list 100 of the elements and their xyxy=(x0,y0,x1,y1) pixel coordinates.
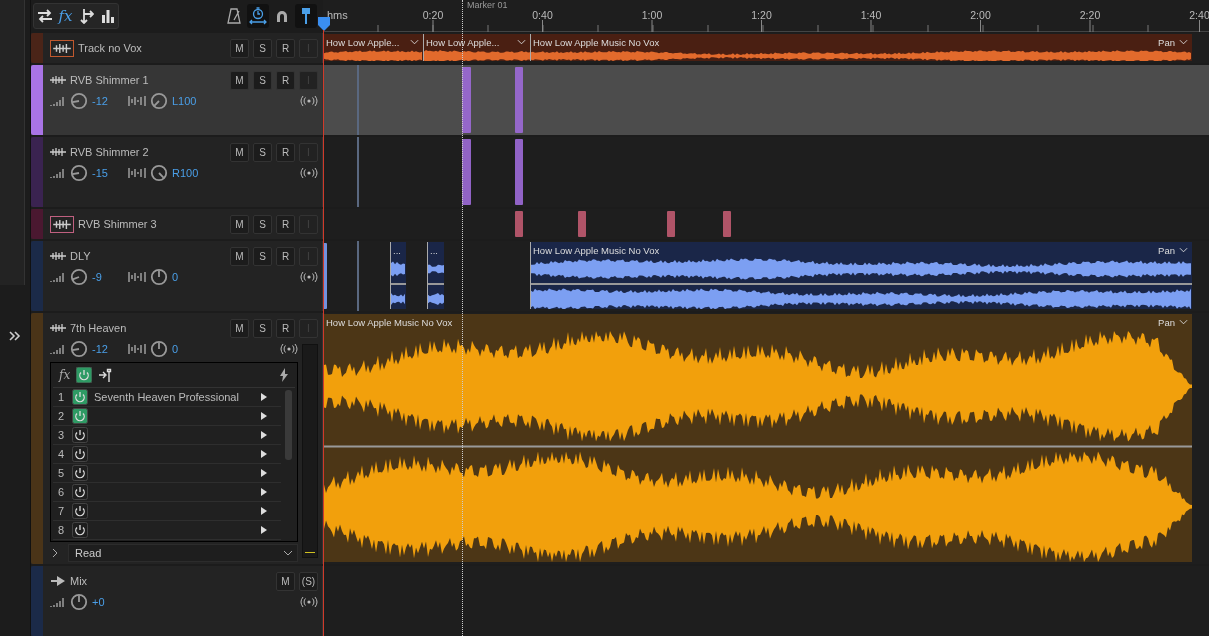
track-mute-button[interactable]: M xyxy=(230,70,249,90)
chevron-down-icon[interactable] xyxy=(517,39,526,45)
track-record-button[interactable]: R xyxy=(276,246,295,266)
play-triangle-icon[interactable] xyxy=(261,488,267,496)
pan-value[interactable]: R100 xyxy=(172,167,202,179)
pan-knob[interactable] xyxy=(150,92,168,110)
clip-block[interactable] xyxy=(667,211,675,237)
power-icon[interactable] xyxy=(72,484,88,500)
chevron-down-icon[interactable] xyxy=(410,39,419,45)
chevron-down-icon[interactable] xyxy=(1179,247,1188,253)
track-solo-button[interactable]: S xyxy=(253,70,272,90)
track-mute-button[interactable]: M xyxy=(230,38,249,58)
volume-value[interactable]: -15 xyxy=(92,167,122,179)
track-solo-button[interactable]: S xyxy=(253,246,272,266)
effect-slot[interactable]: 8 xyxy=(53,521,281,540)
power-icon[interactable] xyxy=(72,465,88,481)
timer-button[interactable] xyxy=(247,4,269,28)
track-mute-button[interactable]: M xyxy=(276,571,295,591)
audio-clip[interactable]: How Low Apple Music No Vox Pan xyxy=(530,34,1192,61)
clip-pan-menu[interactable]: Pan xyxy=(1158,36,1175,48)
volume-knob[interactable] xyxy=(70,268,88,286)
effect-slot[interactable]: 3 xyxy=(53,426,281,445)
monitor-input-icon[interactable] xyxy=(300,96,318,106)
clip-block[interactable] xyxy=(462,67,471,133)
pan-value[interactable]: L100 xyxy=(172,95,202,107)
marker-label[interactable]: Marker 01 xyxy=(467,0,508,10)
effect-slot[interactable]: 7 xyxy=(53,502,281,521)
volume-value[interactable]: -9 xyxy=(92,271,122,283)
audio-clip[interactable]: How Low Apple... xyxy=(323,34,423,61)
audio-clip[interactable]: How Low Apple Music No Vox Pan xyxy=(530,242,1192,309)
track-solo-button[interactable]: S xyxy=(253,38,272,58)
volume-value[interactable]: -12 xyxy=(92,343,122,355)
volume-value[interactable]: -12 xyxy=(92,95,122,107)
playhead-handle-icon[interactable] xyxy=(318,17,330,31)
clip-block[interactable] xyxy=(515,211,523,237)
monitor-input-icon[interactable] xyxy=(300,272,318,282)
track-record-button[interactable]: R xyxy=(276,70,295,90)
track-record-button[interactable]: R xyxy=(276,318,295,338)
clip-block[interactable] xyxy=(723,211,731,237)
clip-pan-menu[interactable]: Pan xyxy=(1158,244,1175,256)
power-icon[interactable] xyxy=(72,408,88,424)
effect-slot[interactable]: 4 xyxy=(53,445,281,464)
audio-clip[interactable]: ... xyxy=(427,242,444,309)
volume-value[interactable]: +0 xyxy=(92,596,122,608)
pan-knob[interactable] xyxy=(150,268,168,286)
track-solo-button[interactable]: S xyxy=(253,318,272,338)
automation-dropdown[interactable]: Read xyxy=(68,544,298,562)
play-triangle-icon[interactable] xyxy=(261,450,267,458)
pin-button[interactable] xyxy=(295,4,317,28)
power-icon[interactable] xyxy=(72,389,88,405)
play-triangle-icon[interactable] xyxy=(261,469,267,477)
track-record-button[interactable]: R xyxy=(276,38,295,58)
scrollbar[interactable] xyxy=(285,390,292,460)
power-icon[interactable] xyxy=(72,427,88,443)
pan-value[interactable]: 0 xyxy=(172,271,202,283)
track-header[interactable]: Mix M (S) +0 xyxy=(31,566,323,636)
power-icon[interactable] xyxy=(72,522,88,538)
power-icon[interactable] xyxy=(72,446,88,462)
track-mute-button[interactable]: M xyxy=(230,318,249,338)
pan-knob[interactable] xyxy=(150,164,168,182)
clip-block[interactable] xyxy=(515,67,523,133)
lightning-icon[interactable] xyxy=(279,368,289,382)
chevron-down-icon[interactable] xyxy=(1179,39,1188,45)
track-mute-button[interactable]: M xyxy=(230,246,249,266)
power-icon[interactable] xyxy=(76,367,93,383)
clip-block[interactable] xyxy=(515,139,523,205)
effect-slot[interactable]: 6 xyxy=(53,483,281,502)
power-icon[interactable] xyxy=(72,503,88,519)
monitor-input-icon[interactable] xyxy=(300,168,318,178)
pan-value[interactable]: 0 xyxy=(172,343,202,355)
monitor-input-icon[interactable] xyxy=(300,597,318,607)
volume-knob[interactable] xyxy=(70,164,88,182)
track-solo-button[interactable]: (S) xyxy=(299,571,318,591)
monitor-input-icon[interactable] xyxy=(280,344,298,354)
play-triangle-icon[interactable] xyxy=(261,393,267,401)
time-ruler[interactable]: hms Marker 01 0:20 0:40 1:00 1:20 1:40 2:00 2:20 2:40 xyxy=(323,0,1209,32)
expand-icon[interactable] xyxy=(9,331,21,341)
play-triangle-icon[interactable] xyxy=(261,412,267,420)
track-record-button[interactable]: R xyxy=(276,142,295,162)
pan-knob[interactable] xyxy=(150,340,168,358)
play-triangle-icon[interactable] xyxy=(261,431,267,439)
volume-knob[interactable] xyxy=(70,593,88,611)
effect-slot[interactable]: 1 Seventh Heaven Professional xyxy=(53,388,281,407)
insert-icon[interactable] xyxy=(98,368,113,382)
play-triangle-icon[interactable] xyxy=(261,526,267,534)
effect-slot[interactable]: 2 xyxy=(53,407,281,426)
track-solo-button[interactable]: S xyxy=(253,214,272,234)
chevron-right-icon[interactable] xyxy=(52,548,58,558)
track-mute-button[interactable]: M xyxy=(230,214,249,234)
clip-block[interactable] xyxy=(578,211,586,237)
play-triangle-icon[interactable] xyxy=(261,507,267,515)
clip-pan-menu[interactable]: Pan xyxy=(1158,316,1175,328)
volume-knob[interactable] xyxy=(70,92,88,110)
audio-clip[interactable]: How Low Apple... xyxy=(423,34,530,61)
track-record-button[interactable]: R xyxy=(276,214,295,234)
chevron-down-icon[interactable] xyxy=(1179,319,1188,325)
effect-slot[interactable]: 5 xyxy=(53,464,281,483)
volume-knob[interactable] xyxy=(70,340,88,358)
track-solo-button[interactable]: S xyxy=(253,142,272,162)
track-mute-button[interactable]: M xyxy=(230,142,249,162)
